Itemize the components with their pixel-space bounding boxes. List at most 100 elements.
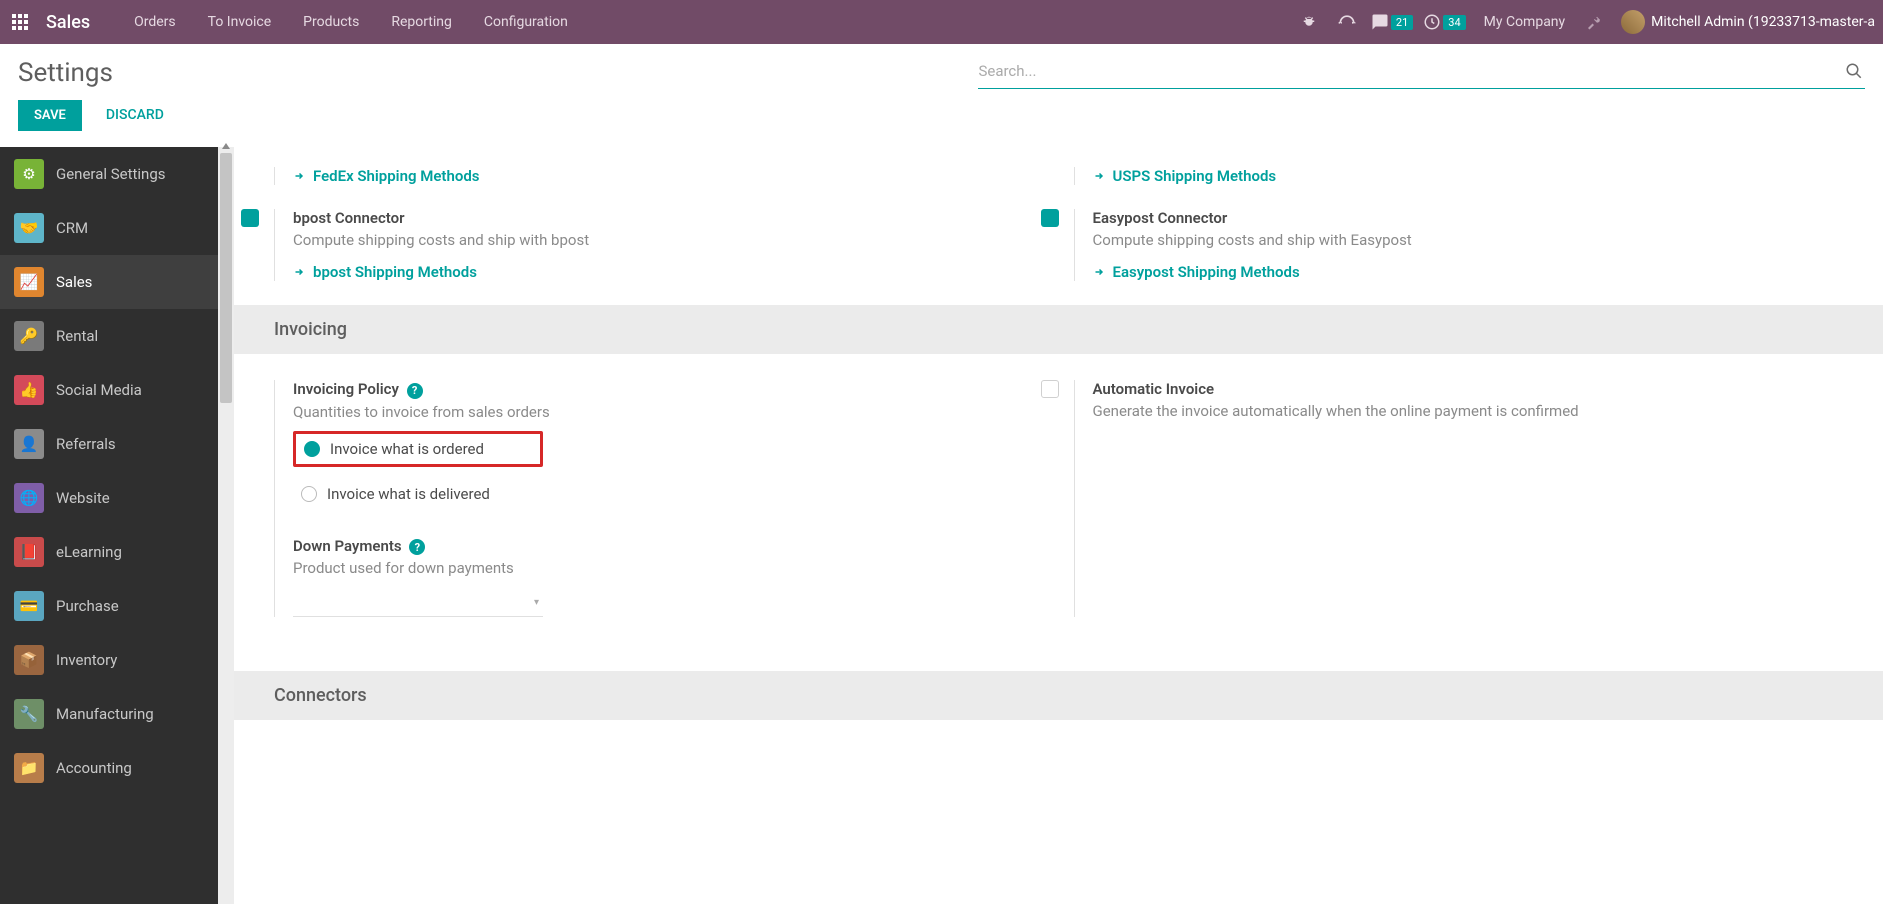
link-label: USPS Shipping Methods (1113, 167, 1277, 185)
card-icon: 💳 (14, 591, 44, 621)
scroll-arrow-up-icon (222, 143, 230, 149)
link-label: FedEx Shipping Methods (313, 167, 479, 185)
messages-icon[interactable]: 21 (1371, 13, 1413, 31)
bpost-checkbox[interactable] (241, 209, 259, 227)
main-content: FedEx Shipping Methods USPS Shipping Met… (234, 147, 1883, 904)
sidebar-item-general[interactable]: ⚙ General Settings (0, 147, 218, 201)
sidebar-item-social[interactable]: 👍 Social Media (0, 363, 218, 417)
person-icon: 👤 (14, 429, 44, 459)
sidebar-label: Referrals (56, 435, 116, 453)
arrow-right-icon (1093, 170, 1107, 182)
sidebar-label: Social Media (56, 381, 142, 399)
sidebar-item-crm[interactable]: 🤝 CRM (0, 201, 218, 255)
sidebar-item-referrals[interactable]: 👤 Referrals (0, 417, 218, 471)
username: Mitchell Admin (19233713-master-a (1651, 14, 1875, 30)
sidebar-label: Manufacturing (56, 705, 154, 723)
activities-badge: 34 (1443, 15, 1465, 30)
user-menu[interactable]: Mitchell Admin (19233713-master-a (1621, 10, 1875, 34)
radio-icon (304, 441, 320, 457)
company-selector[interactable]: My Company (1476, 14, 1574, 30)
save-button[interactable]: SAVE (18, 100, 82, 131)
activities-icon[interactable]: 34 (1423, 13, 1465, 31)
radio-icon (301, 486, 317, 502)
bug-icon[interactable] (1295, 13, 1323, 31)
sidebar-item-manufacturing[interactable]: 🔧 Manufacturing (0, 687, 218, 741)
page-title: Settings (18, 58, 113, 88)
sidebar-label: Inventory (56, 651, 117, 669)
sidebar-label: General Settings (56, 165, 166, 183)
radio-label: Invoice what is ordered (330, 440, 484, 458)
scroll-thumb[interactable] (220, 153, 232, 403)
auto-invoice-title: Automatic Invoice (1093, 380, 1844, 398)
wrench-icon: 🔧 (14, 699, 44, 729)
nav-configuration[interactable]: Configuration (470, 0, 582, 44)
connectors-section-header: Connectors (234, 671, 1883, 720)
app-brand[interactable]: Sales (40, 12, 96, 33)
book-icon: 📕 (14, 537, 44, 567)
top-navbar: Sales Orders To Invoice Products Reporti… (0, 0, 1883, 44)
chart-icon: 📈 (14, 267, 44, 297)
avatar (1621, 10, 1645, 34)
down-payments-desc: Product used for down payments (293, 559, 1044, 577)
sidebar-item-website[interactable]: 🌐Website (0, 471, 218, 525)
discard-button[interactable]: DISCARD (102, 99, 168, 131)
sidebar-item-sales[interactable]: 📈 Sales (0, 255, 218, 309)
gear-icon: ⚙ (14, 159, 44, 189)
tools-icon[interactable] (1583, 13, 1611, 31)
sidebar-label: Sales (56, 273, 92, 291)
search-icon[interactable] (1845, 62, 1865, 80)
arrow-right-icon (293, 266, 307, 278)
nav-reporting[interactable]: Reporting (377, 0, 466, 44)
easypost-title: Easypost Connector (1093, 209, 1844, 227)
help-icon[interactable]: ? (409, 539, 425, 555)
down-payments-title: Down Payments ? (293, 537, 1044, 556)
sidebar-item-inventory[interactable]: 📦 Inventory (0, 633, 218, 687)
fedex-methods-link[interactable]: FedEx Shipping Methods (293, 167, 1044, 185)
easypost-checkbox[interactable] (1041, 209, 1059, 227)
arrow-right-icon (1093, 266, 1107, 278)
easypost-methods-link[interactable]: Easypost Shipping Methods (1093, 263, 1844, 281)
key-icon: 🔑 (14, 321, 44, 351)
scroll-track[interactable] (218, 147, 234, 904)
thumbs-up-icon: 👍 (14, 375, 44, 405)
auto-invoice-desc: Generate the invoice automatically when … (1093, 402, 1844, 420)
link-label: bpost Shipping Methods (313, 263, 477, 281)
handshake-icon: 🤝 (14, 213, 44, 243)
bpost-methods-link[interactable]: bpost Shipping Methods (293, 263, 1044, 281)
radio-invoice-ordered[interactable]: Invoice what is ordered (293, 431, 543, 467)
bpost-title: bpost Connector (293, 209, 1044, 227)
help-icon[interactable]: ? (407, 383, 423, 399)
sidebar-label: CRM (56, 219, 88, 237)
sidebar-item-purchase[interactable]: 💳 Purchase (0, 579, 218, 633)
settings-sidebar: ⚙ General Settings 🤝 CRM 📈 Sales 🔑 Rental 👍 S… (0, 147, 218, 904)
sidebar-label: Purchase (56, 597, 119, 615)
sidebar-item-elearning[interactable]: 📕 eLearning (0, 525, 218, 579)
nav-orders[interactable]: Orders (120, 0, 190, 44)
auto-invoice-checkbox[interactable] (1041, 380, 1059, 398)
sidebar-label: Accounting (56, 759, 132, 777)
sidebar-item-accounting[interactable]: 📁 Accounting (0, 741, 218, 795)
box-icon: 📦 (14, 645, 44, 675)
usps-methods-link[interactable]: USPS Shipping Methods (1093, 167, 1844, 185)
sidebar-label: eLearning (56, 543, 122, 561)
apps-grid-icon[interactable] (8, 10, 32, 34)
messages-badge: 21 (1391, 15, 1413, 30)
support-icon[interactable] (1333, 12, 1361, 32)
invoicing-policy-desc: Quantities to invoice from sales orders (293, 403, 1044, 421)
caret-down-icon: ▾ (534, 597, 539, 608)
nav-to-invoice[interactable]: To Invoice (194, 0, 286, 44)
radio-invoice-delivered[interactable]: Invoice what is delivered (293, 481, 1044, 507)
search-input[interactable] (978, 58, 1845, 84)
sidebar-item-rental[interactable]: 🔑 Rental (0, 309, 218, 363)
invoicing-section-header: Invoicing (234, 305, 1883, 354)
bpost-desc: Compute shipping costs and ship with bpo… (293, 231, 1044, 249)
down-payment-product-select[interactable] (293, 589, 543, 617)
easypost-desc: Compute shipping costs and ship with Eas… (1093, 231, 1844, 249)
globe-icon: 🌐 (14, 483, 44, 513)
sidebar-label: Rental (56, 327, 98, 345)
folder-icon: 📁 (14, 753, 44, 783)
nav-products[interactable]: Products (289, 0, 373, 44)
arrow-right-icon (293, 170, 307, 182)
radio-label: Invoice what is delivered (327, 485, 490, 503)
invoicing-policy-title: Invoicing Policy ? (293, 380, 1044, 399)
